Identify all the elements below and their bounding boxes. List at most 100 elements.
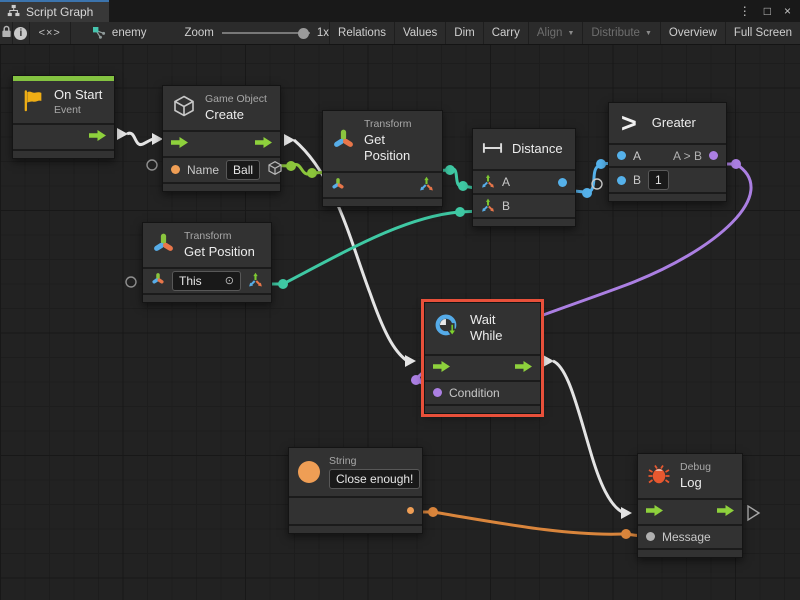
target-input[interactable]: This ⊙ bbox=[172, 271, 241, 291]
distribute-dropdown[interactable]: Distribute ▼ bbox=[583, 22, 661, 44]
wire-flow-waitwhile-log[interactable] bbox=[543, 355, 632, 519]
code-view-button[interactable]: <×> bbox=[30, 22, 71, 44]
greater-b-port[interactable] bbox=[617, 176, 626, 185]
transform-in-port[interactable] bbox=[331, 177, 345, 194]
message-port[interactable] bbox=[646, 532, 655, 541]
flow-out-port[interactable] bbox=[717, 505, 734, 519]
message-label: Message bbox=[662, 530, 711, 544]
zoom-value: 1x bbox=[317, 27, 329, 39]
node-footer bbox=[425, 404, 540, 413]
string-out-port[interactable] bbox=[407, 507, 414, 514]
string-icon bbox=[298, 461, 320, 483]
node-category: Game Object bbox=[205, 93, 267, 106]
node-category: String bbox=[329, 455, 420, 468]
string-input[interactable]: Close enough! bbox=[329, 469, 420, 489]
flow-in-port[interactable] bbox=[646, 505, 663, 519]
values-label: Values bbox=[403, 27, 437, 39]
flow-out-port[interactable] bbox=[515, 361, 532, 375]
node-category: Debug bbox=[680, 461, 711, 474]
wire-string-log-message[interactable] bbox=[413, 507, 641, 539]
node-title: Wait While bbox=[470, 312, 531, 345]
graph-name-label[interactable]: enemy bbox=[112, 27, 147, 39]
overview-button[interactable]: Overview bbox=[661, 22, 726, 44]
window-maximize-icon[interactable]: □ bbox=[764, 4, 771, 18]
transform-in-port[interactable] bbox=[151, 272, 165, 289]
vector3-b-port[interactable] bbox=[481, 198, 495, 215]
node-get-position-left[interactable]: Transform Get Position This ⊙ bbox=[142, 222, 272, 303]
node-footer bbox=[143, 293, 271, 302]
port-a-label: A bbox=[633, 149, 641, 163]
chevron-down-icon: ▼ bbox=[567, 30, 574, 37]
flow-in-port[interactable] bbox=[171, 137, 188, 151]
flow-out-port[interactable] bbox=[89, 130, 106, 144]
node-create[interactable]: Game Object Create Name Ball bbox=[162, 85, 281, 192]
align-label: Align bbox=[537, 27, 563, 39]
object-picker-icon[interactable]: ⊙ bbox=[225, 273, 234, 289]
carry-label: Carry bbox=[492, 27, 520, 39]
tab-script-graph[interactable]: Script Graph bbox=[0, 0, 109, 22]
name-port-label: Name bbox=[187, 163, 219, 177]
relations-label: Relations bbox=[338, 27, 386, 39]
node-string[interactable]: String Close enough! bbox=[288, 447, 423, 534]
node-wait-while[interactable]: Wait While Condition bbox=[424, 302, 541, 414]
node-footer bbox=[289, 524, 422, 533]
toolbar-middle: enemy Zoom 1x bbox=[71, 22, 330, 44]
node-subtitle: Event bbox=[54, 104, 102, 117]
port-b-label: B bbox=[633, 173, 641, 187]
distribute-label: Distribute bbox=[591, 27, 640, 39]
relations-button[interactable]: Relations bbox=[330, 22, 395, 44]
vector3-out-port[interactable] bbox=[419, 176, 434, 194]
zoom-slider[interactable] bbox=[222, 32, 310, 34]
node-title: Create bbox=[205, 107, 267, 123]
dim-button[interactable]: Dim bbox=[446, 22, 483, 44]
transform-icon bbox=[152, 232, 175, 258]
node-debug-log[interactable]: Debug Log Message bbox=[637, 453, 743, 558]
node-footer bbox=[473, 217, 575, 226]
lock-button[interactable] bbox=[0, 22, 13, 44]
condition-label: Condition bbox=[449, 386, 500, 400]
full-screen-button[interactable]: Full Screen bbox=[726, 22, 800, 44]
lock-icon bbox=[1, 25, 12, 41]
window-menu-icon[interactable]: ⋮ bbox=[739, 4, 751, 18]
chevron-down-icon: ▼ bbox=[645, 30, 652, 37]
zoom-slider-handle[interactable] bbox=[298, 28, 309, 39]
node-footer bbox=[609, 192, 726, 201]
name-input[interactable]: Ball bbox=[226, 160, 260, 180]
values-button[interactable]: Values bbox=[395, 22, 446, 44]
wait-while-icon bbox=[434, 313, 461, 343]
vector3-a-port[interactable] bbox=[481, 174, 495, 191]
vector3-out-port[interactable] bbox=[248, 272, 263, 290]
align-dropdown[interactable]: Align ▼ bbox=[529, 22, 584, 44]
full-screen-label: Full Screen bbox=[734, 27, 792, 39]
node-distance[interactable]: Distance A B bbox=[472, 128, 576, 227]
result-label: A > B bbox=[673, 149, 702, 163]
flag-icon bbox=[22, 89, 45, 115]
info-icon: i bbox=[14, 27, 27, 40]
b-value-input[interactable]: 1 bbox=[648, 170, 669, 190]
node-title: Log bbox=[680, 475, 711, 491]
flow-in-port[interactable] bbox=[433, 361, 450, 375]
node-on-start[interactable]: On Start Event bbox=[12, 75, 115, 159]
node-greater[interactable]: > Greater A A > B B 1 bbox=[608, 102, 727, 202]
gameobject-out-port[interactable] bbox=[267, 160, 283, 179]
carry-button[interactable]: Carry bbox=[484, 22, 529, 44]
node-get-position-top[interactable]: Transform Get Position bbox=[322, 110, 443, 207]
greater-result-port[interactable] bbox=[709, 151, 718, 160]
wire-flow-onstart-create[interactable] bbox=[117, 128, 163, 145]
script-graph-window: Script Graph ⋮ □ × i <×> enemy Zoom bbox=[0, 0, 800, 600]
code-icon: <×> bbox=[39, 27, 61, 39]
graph-hierarchy-icon bbox=[7, 4, 20, 20]
graph-canvas[interactable]: On Start Event Game Object Create bbox=[0, 45, 800, 600]
wire-vector-getposition-distance-b[interactable] bbox=[262, 207, 481, 289]
info-button[interactable]: i bbox=[13, 22, 29, 44]
distance-out-port[interactable] bbox=[558, 178, 567, 187]
name-port[interactable] bbox=[171, 165, 180, 174]
node-title: Greater bbox=[652, 115, 696, 131]
condition-port[interactable] bbox=[433, 388, 442, 397]
window-close-icon[interactable]: × bbox=[784, 4, 791, 18]
node-title: On Start bbox=[54, 87, 102, 103]
flow-out-port[interactable] bbox=[255, 137, 272, 151]
unconnected-flow-arrow bbox=[748, 506, 759, 520]
port-a-label: A bbox=[502, 175, 510, 189]
greater-a-port[interactable] bbox=[617, 151, 626, 160]
